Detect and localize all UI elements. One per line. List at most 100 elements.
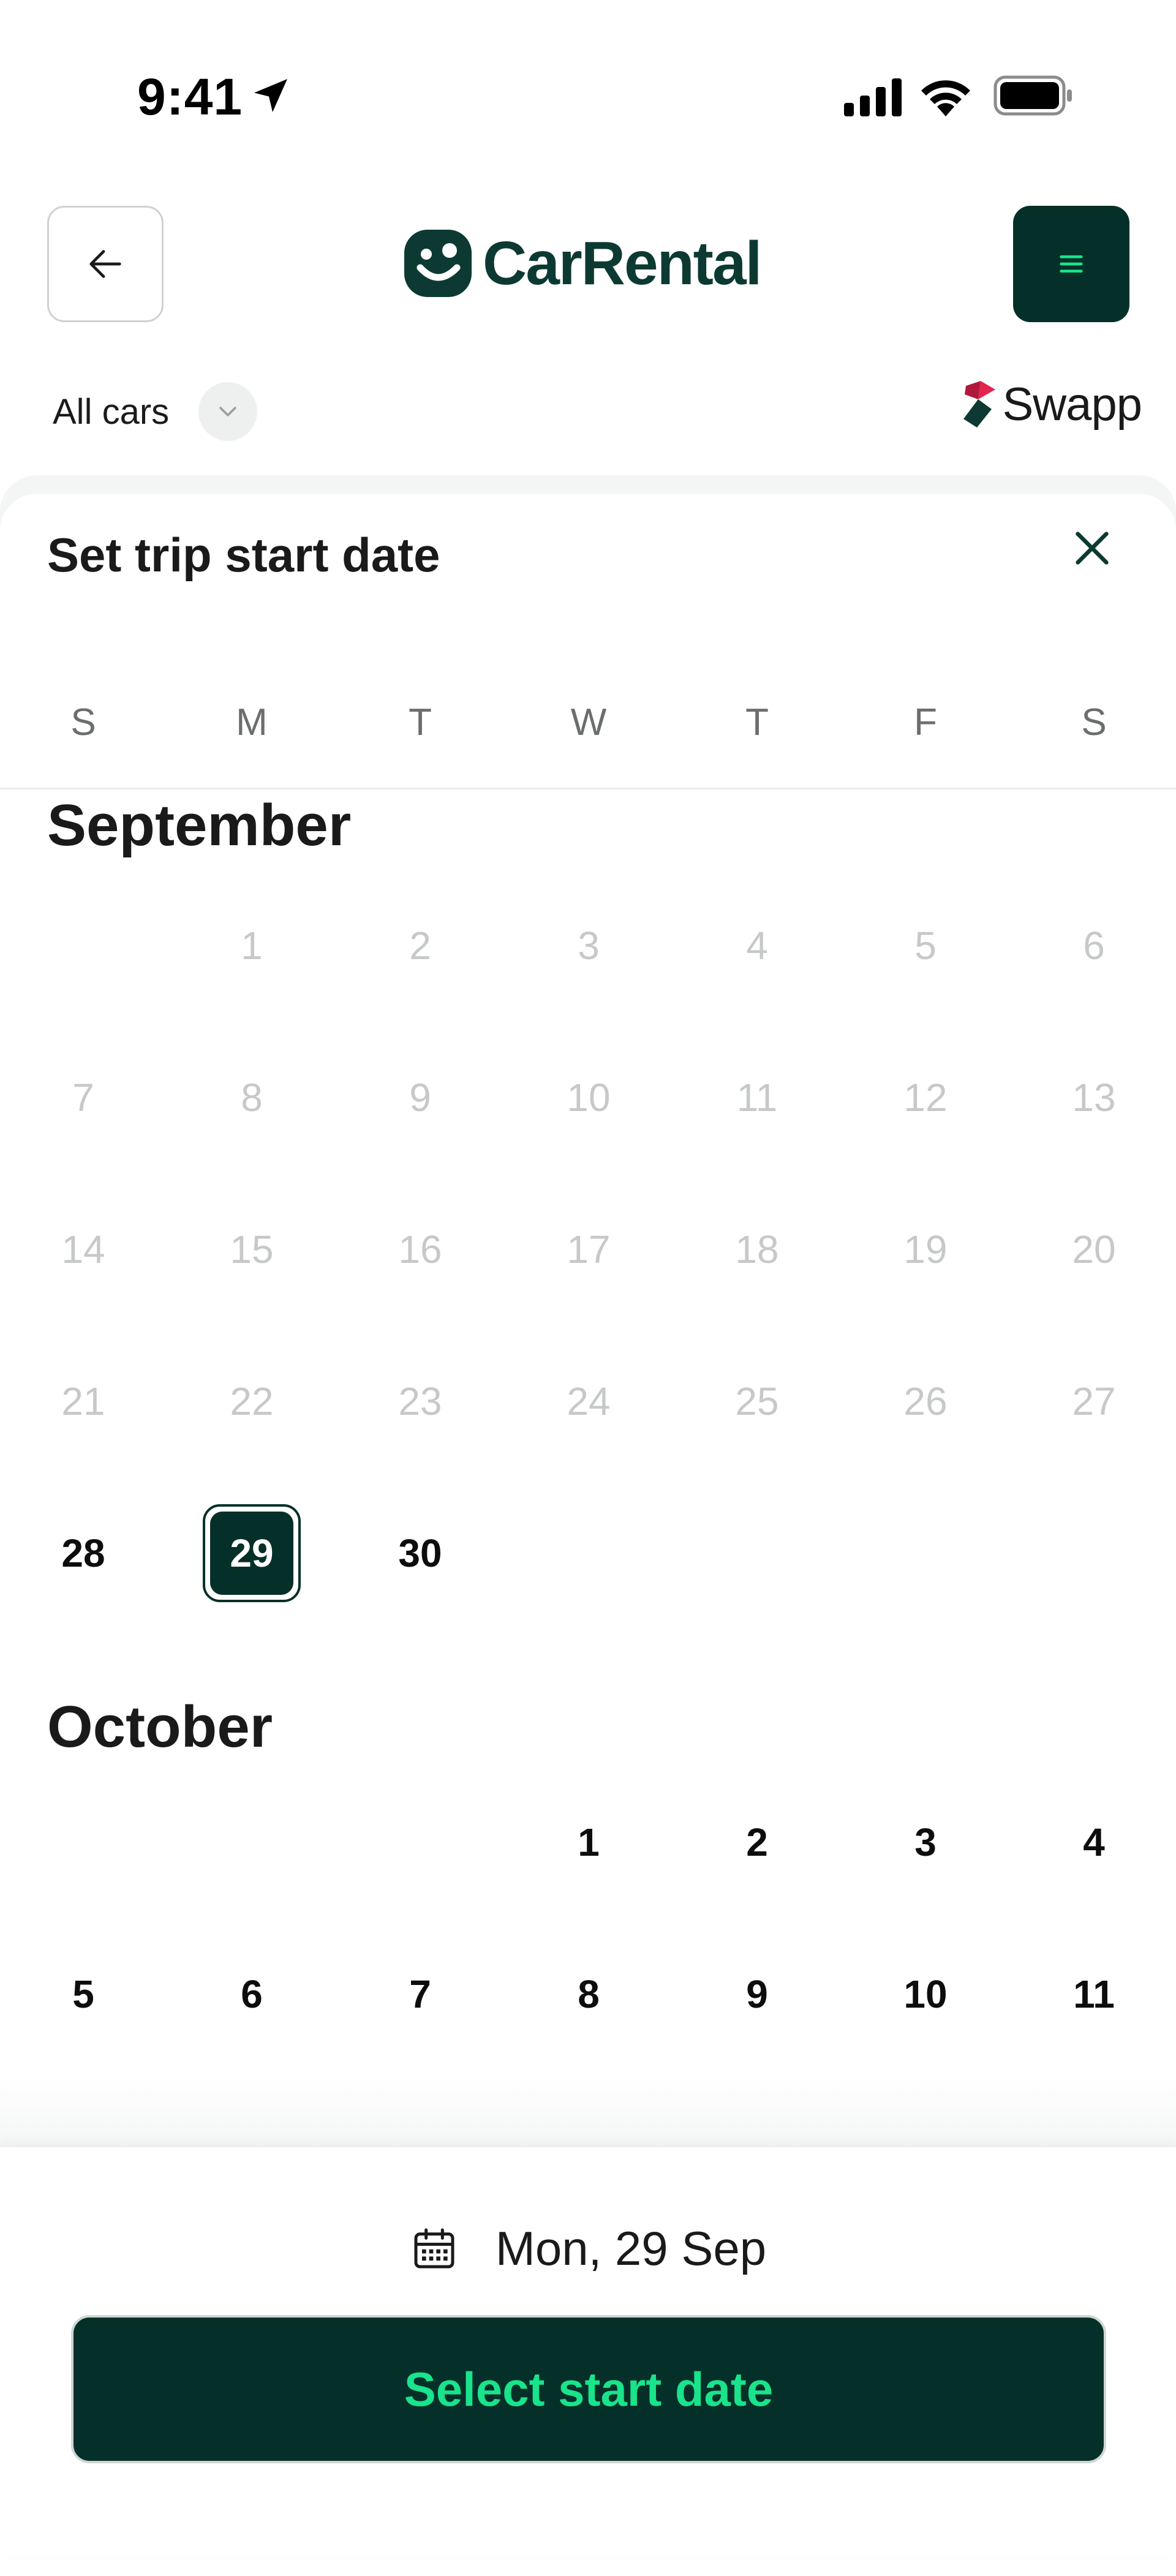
partner-logo: Swapp (946, 374, 1142, 435)
calendar-day-disabled: 24 (540, 1352, 638, 1450)
hamburger-menu-icon (1060, 255, 1083, 273)
day-number: 4 (746, 924, 768, 968)
selected-date-summary: Mon, 29 Sep (0, 2215, 1176, 2282)
car-filter-label: All cars (53, 391, 170, 432)
back-button[interactable] (47, 206, 164, 322)
calendar-day[interactable]: 10 (876, 1945, 974, 2043)
calendar-day-disabled: 2 (371, 897, 469, 995)
day-number: 23 (398, 1379, 442, 1423)
day-number: 5 (914, 924, 937, 968)
select-start-date-label: Select start date (404, 2362, 774, 2416)
day-number: 7 (72, 1075, 94, 1120)
calendar-day-disabled: 8 (203, 1049, 301, 1147)
day-number: 17 (567, 1227, 611, 1271)
day-number: 22 (230, 1379, 274, 1423)
month-title: September (47, 793, 352, 858)
calendar-day-disabled: 11 (708, 1049, 806, 1147)
calendar-day-disabled: 14 (34, 1200, 132, 1298)
calendar-day[interactable]: 28 (34, 1504, 132, 1602)
partner-name: Swapp (1002, 378, 1142, 431)
day-number: 25 (735, 1379, 779, 1423)
select-start-date-button[interactable]: Select start date (71, 2315, 1106, 2463)
calendar-day[interactable]: 5 (34, 1945, 132, 2043)
weekday-label: F (914, 701, 937, 744)
close-button[interactable] (1060, 516, 1125, 581)
day-number: 20 (1072, 1227, 1116, 1271)
calendar-day-disabled: 19 (876, 1200, 974, 1298)
day-number: 1 (578, 1820, 600, 1864)
calendar-day[interactable]: 1 (540, 1793, 638, 1891)
arrow-left-icon (89, 250, 121, 278)
menu-button[interactable] (1013, 206, 1129, 322)
day-number: 8 (578, 1972, 600, 2016)
day-number: 3 (578, 924, 600, 968)
calendar-day-disabled: 6 (1045, 897, 1143, 995)
day-number: 24 (567, 1379, 611, 1423)
status-time: 9:41 (137, 68, 243, 126)
weekday-label: S (70, 701, 96, 744)
day-number: 2 (409, 924, 431, 968)
swapp-logo-icon (963, 381, 995, 427)
day-number: 1 (241, 924, 263, 968)
day-number: 9 (409, 1075, 431, 1120)
day-number: 10 (903, 1972, 948, 2016)
weekday-label: W (570, 701, 607, 744)
calendar-day[interactable]: 11 (1045, 1945, 1143, 2043)
day-number: 15 (230, 1227, 274, 1271)
day-number: 4 (1083, 1820, 1105, 1864)
day-number: 29 (230, 1531, 274, 1575)
calendar-day-disabled: 4 (708, 897, 806, 995)
calendar-day-disabled: 15 (203, 1200, 301, 1298)
calendar-day-selected[interactable]: 29 (203, 1504, 301, 1602)
calendar-day-disabled: 7 (34, 1049, 132, 1147)
calendar-day-disabled: 26 (876, 1352, 974, 1450)
calendar-day-disabled: 9 (371, 1049, 469, 1147)
calendar-day[interactable]: 30 (371, 1504, 469, 1602)
calendar-day-disabled: 22 (203, 1352, 301, 1450)
calendar-day[interactable]: 7 (371, 1945, 469, 2043)
calendar-day-disabled: 20 (1045, 1200, 1143, 1298)
brand-name: CarRental (483, 228, 762, 298)
calendar-day-disabled: 12 (876, 1049, 974, 1147)
calendar-day[interactable]: 6 (203, 1945, 301, 2043)
car-filter-dropdown[interactable]: All cars (53, 381, 258, 442)
calendar-day[interactable]: 2 (708, 1793, 806, 1891)
weekday-label: S (1081, 701, 1107, 744)
battery-icon (993, 75, 1072, 116)
day-number: 6 (241, 1972, 263, 2016)
calendar-day-disabled: 3 (540, 897, 638, 995)
day-number: 11 (1073, 1972, 1115, 2016)
day-number: 7 (409, 1972, 431, 2016)
day-number: 2 (746, 1820, 768, 1864)
selected-date-text: Mon, 29 Sep (495, 2221, 767, 2275)
brand-logo[interactable]: CarRental (404, 220, 784, 306)
day-number: 18 (735, 1227, 779, 1271)
day-number: 9 (746, 1972, 768, 2016)
scroll-fade (0, 2076, 1176, 2150)
calendar-day-disabled: 17 (540, 1200, 638, 1298)
calendar-day[interactable]: 3 (876, 1793, 974, 1891)
calendar-day-disabled: 5 (876, 897, 974, 995)
calendar-day-disabled: 23 (371, 1352, 469, 1450)
calendar-day-disabled: 25 (708, 1352, 806, 1450)
day-number: 30 (398, 1531, 442, 1575)
day-number: 5 (72, 1972, 94, 2016)
calendar-day-disabled: 18 (708, 1200, 806, 1298)
weekday-label: T (409, 701, 432, 744)
cellular-signal-icon (844, 78, 902, 116)
calendar-day-disabled: 27 (1045, 1352, 1143, 1450)
day-number: 10 (567, 1075, 611, 1120)
calendar-day[interactable]: 8 (540, 1945, 638, 2043)
chevron-down-icon[interactable] (198, 382, 258, 441)
weekday-label: T (745, 701, 769, 744)
day-number: 28 (61, 1531, 105, 1575)
day-number: 19 (903, 1227, 948, 1271)
calendar-day[interactable]: 9 (708, 1945, 806, 2043)
status-bar: 9:41 (0, 0, 1176, 184)
calendar-day-disabled: 10 (540, 1049, 638, 1147)
wifi-icon (921, 80, 970, 116)
calendar-icon (414, 2228, 454, 2269)
calendar-day[interactable]: 4 (1045, 1793, 1143, 1891)
day-number: 13 (1072, 1075, 1116, 1120)
day-number: 26 (903, 1379, 948, 1423)
